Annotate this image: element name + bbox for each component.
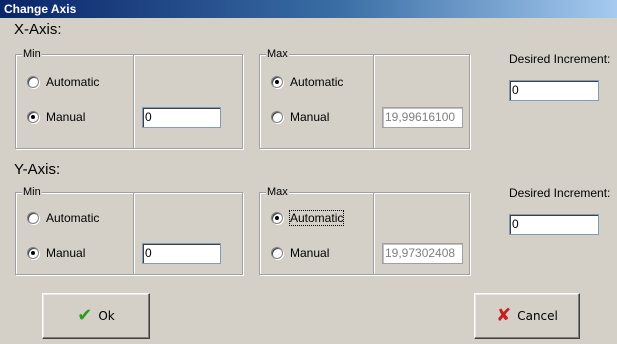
y-axis-min-divider [133,193,134,274]
x-axis-heading: X-Axis: [14,21,62,38]
x-axis-min-manual-radio[interactable]: Manual [27,110,85,124]
y-axis-heading: Y-Axis: [14,161,61,178]
cancel-button[interactable]: ✘ Cancel [474,293,580,339]
y-axis-max-divider [373,193,374,274]
x-axis-max-automatic-radio[interactable]: Automatic [271,75,343,89]
y-axis-min-automatic-label: Automatic [46,211,100,225]
x-axis-max-divider [373,55,374,148]
checkmark-icon: ✔ [77,305,93,326]
y-axis-min-group: Min Automatic Manual 0 [15,186,243,275]
x-axis-max-automatic-radio-dot [271,76,283,88]
x-axis-min-divider [133,55,134,148]
x-axis-max-group: Max Automatic Manual 19,99616100 [259,48,470,149]
x-axis-max-automatic-label: Automatic [290,75,344,89]
x-axis-min-group: Min Automatic Manual 0 [15,48,243,149]
cancel-button-label: Cancel [517,309,558,323]
y-axis-min-automatic-radio[interactable]: Automatic [27,211,99,225]
y-axis-max-manual-label: Manual [290,246,330,260]
y-axis-min-legend: Min [22,186,42,198]
ok-button[interactable]: ✔ Ok [42,293,150,339]
y-axis-max-manual-radio[interactable]: Manual [271,246,329,260]
y-axis-min-manual-label: Manual [46,246,86,260]
x-axis-min-manual-radio-dot [27,111,39,123]
x-axis-min-legend: Min [22,48,42,60]
y-axis-max-automatic-radio[interactable]: Automatic [271,210,345,226]
y-axis-max-automatic-radio-dot [271,212,283,224]
x-icon: ✘ [496,305,512,326]
window-title: Change Axis [0,0,617,18]
y-axis-increment-input[interactable]: 0 [509,214,599,235]
x-axis-max-manual-label: Manual [290,110,330,124]
x-axis-max-value-input[interactable]: 19,99616100 [382,107,463,128]
y-axis-max-legend: Max [266,186,289,198]
x-axis-min-automatic-label: Automatic [46,75,100,89]
x-axis-max-legend: Max [266,48,289,60]
x-axis-min-automatic-radio-dot [27,76,39,88]
x-axis-min-manual-label: Manual [46,110,86,124]
x-axis-increment-label: Desired Increment: [509,52,611,66]
x-axis-max-manual-radio-dot [271,111,283,123]
x-axis-max-manual-radio[interactable]: Manual [271,110,329,124]
ok-button-label: Ok [98,309,115,323]
y-axis-min-manual-radio[interactable]: Manual [27,246,85,260]
y-axis-increment-label: Desired Increment: [509,186,611,200]
y-axis-min-value-input[interactable]: 0 [142,243,221,264]
x-axis-min-automatic-radio[interactable]: Automatic [27,75,99,89]
y-axis-max-value-input[interactable]: 19,97302408 [382,243,463,264]
x-axis-min-value-input[interactable]: 0 [142,107,221,128]
y-axis-min-manual-radio-dot [27,247,39,259]
x-axis-increment-input[interactable]: 0 [509,80,599,101]
y-axis-min-automatic-radio-dot [27,212,39,224]
y-axis-max-automatic-label: Automatic [288,210,345,226]
y-axis-max-group: Max Automatic Manual 19,97302408 [259,186,470,275]
y-axis-max-manual-radio-dot [271,247,283,259]
